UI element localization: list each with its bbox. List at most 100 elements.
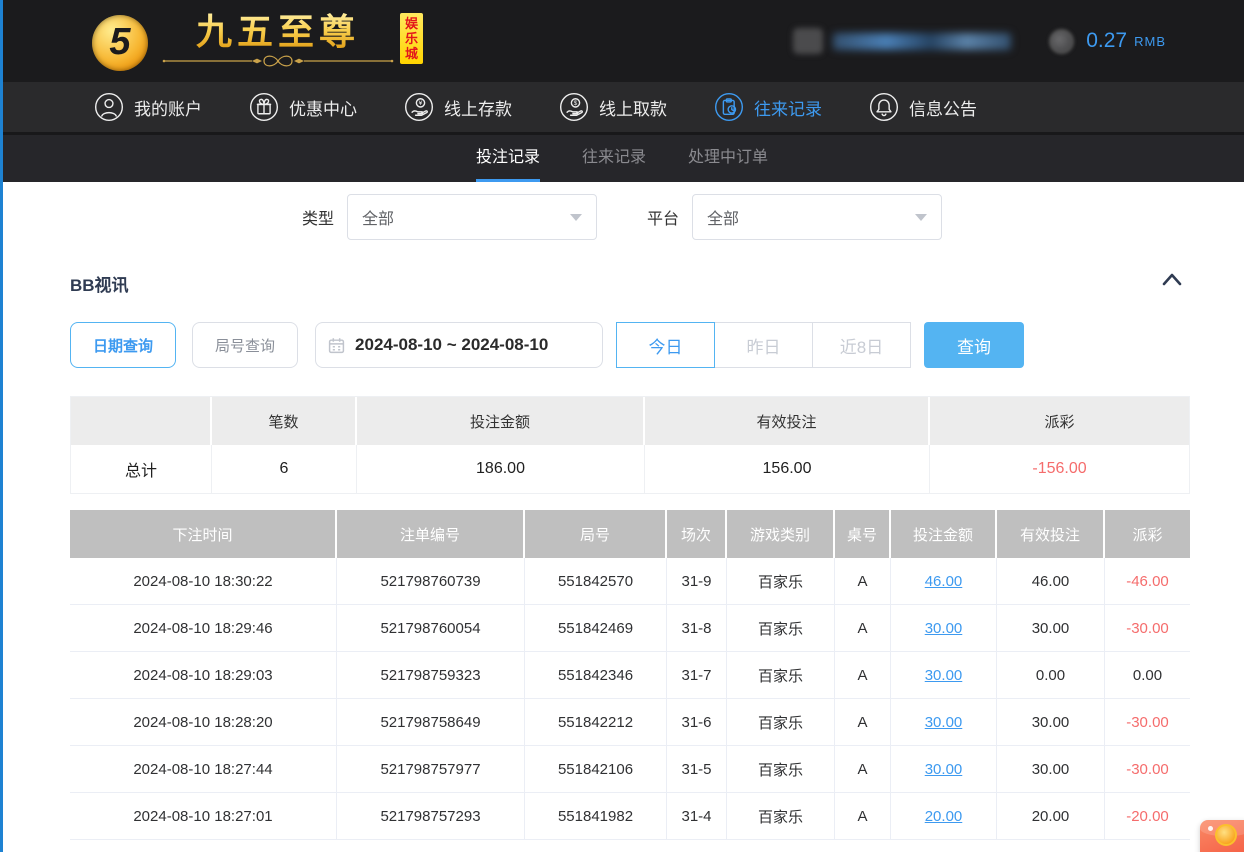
balance-display[interactable]: 0.27 RMB: [1049, 29, 1166, 54]
bet-header-cell: 局号: [525, 510, 667, 558]
bet-cell: 551842570: [525, 558, 667, 605]
summary-value-cell: 186.00: [357, 445, 645, 493]
nav-item-优惠中心[interactable]: 优惠中心: [249, 92, 357, 122]
section-title: BB视讯: [70, 271, 129, 296]
bet-header-cell: 下注时间: [70, 510, 337, 558]
date-range-input[interactable]: 2024-08-10 ~ 2024-08-10: [315, 322, 603, 368]
svg-text:¥: ¥: [419, 100, 423, 107]
tab-往来记录[interactable]: 往来记录: [582, 135, 646, 182]
nav-item-线上取款[interactable]: $线上取款: [559, 92, 667, 122]
summary-header-row: 笔数投注金额有效投注派彩: [71, 397, 1189, 445]
chevron-down-icon: [915, 214, 927, 221]
bet-amount-link[interactable]: 30.00: [891, 699, 997, 746]
red-envelope-icon[interactable]: [1200, 820, 1244, 852]
quick-range-近8日[interactable]: 近8日: [812, 322, 911, 368]
table-row: 2024-08-10 18:29:46521798760054551842469…: [70, 605, 1190, 652]
summary-header-cell: 投注金额: [357, 397, 645, 445]
bet-cell: A: [835, 605, 891, 652]
site-logo[interactable]: 5 九五至尊 娱乐城: [92, 9, 423, 73]
bet-cell: 31-4: [667, 793, 727, 840]
bet-amount-link[interactable]: 30.00: [891, 746, 997, 793]
summary-row-label: 总计: [71, 445, 212, 493]
search-button[interactable]: 查询: [924, 322, 1024, 368]
quick-range-昨日[interactable]: 昨日: [714, 322, 813, 368]
bet-cell: 521798759323: [337, 652, 525, 699]
type-select[interactable]: 全部: [347, 194, 597, 240]
bet-cell: 2024-08-10 18:30:22: [70, 558, 337, 605]
bet-table-body: 2024-08-10 18:30:22521798760739551842570…: [70, 558, 1190, 840]
bet-header-cell: 注单编号: [337, 510, 525, 558]
bet-cell: 0.00: [997, 652, 1105, 699]
summary-header-cell: 有效投注: [645, 397, 930, 445]
bet-header-cell: 场次: [667, 510, 727, 558]
logo-text-wrap: 九五至尊: [160, 9, 396, 73]
header-right: 0.27 RMB: [793, 28, 1166, 54]
left-accent-strip: [0, 0, 3, 852]
bet-cell: -30.00: [1105, 605, 1190, 652]
bet-cell: 百家乐: [727, 652, 835, 699]
table-row: 2024-08-10 18:29:03521798759323551842346…: [70, 652, 1190, 699]
nav-item-label: 往来记录: [754, 95, 822, 120]
bet-amount-link[interactable]: 46.00: [891, 558, 997, 605]
type-select-value: 全部: [362, 205, 394, 229]
bet-cell: 2024-08-10 18:29:46: [70, 605, 337, 652]
username-redacted[interactable]: [793, 28, 1011, 54]
bet-cell: -30.00: [1105, 746, 1190, 793]
filter-type-label: 类型: [302, 205, 334, 229]
bet-cell: A: [835, 652, 891, 699]
bet-cell: 百家乐: [727, 605, 835, 652]
bet-amount-link[interactable]: 30.00: [891, 605, 997, 652]
bet-cell: 2024-08-10 18:29:03: [70, 652, 337, 699]
summary-value-cell: 6: [212, 445, 357, 493]
tab-投注记录[interactable]: 投注记录: [476, 135, 540, 182]
gold-coin-icon: [1215, 824, 1237, 846]
avatar: [793, 28, 823, 54]
bet-cell: 百家乐: [727, 746, 835, 793]
bet-cell: 551842106: [525, 746, 667, 793]
nav-item-label: 线上存款: [444, 95, 512, 120]
nav-item-往来记录[interactable]: 往来记录: [714, 92, 822, 122]
bell-icon: [869, 92, 899, 122]
bet-cell: 46.00: [997, 558, 1105, 605]
bet-header-cell: 桌号: [835, 510, 891, 558]
summary-value-cell: 156.00: [645, 445, 930, 493]
bet-cell: 31-6: [667, 699, 727, 746]
bet-table-header: 下注时间注单编号局号场次游戏类别桌号投注金额有效投注派彩: [70, 510, 1190, 558]
bet-cell: 30.00: [997, 699, 1105, 746]
nav-item-线上存款[interactable]: ¥ 线上存款: [404, 92, 512, 122]
bet-cell: 2024-08-10 18:27:01: [70, 793, 337, 840]
table-row: 2024-08-10 18:30:22521798760739551842570…: [70, 558, 1190, 605]
bet-cell: 2024-08-10 18:28:20: [70, 699, 337, 746]
collapse-section-button[interactable]: [1160, 270, 1184, 290]
site-header: 5 九五至尊 娱乐城: [0, 0, 1244, 82]
nav-item-label: 优惠中心: [289, 95, 357, 120]
tab-处理中订单[interactable]: 处理中订单: [688, 135, 768, 182]
bet-cell: 521798760054: [337, 605, 525, 652]
round-query-button[interactable]: 局号查询: [192, 322, 298, 368]
quick-range-今日[interactable]: 今日: [616, 322, 715, 368]
bet-amount-link[interactable]: 30.00: [891, 652, 997, 699]
username-blur: [833, 33, 1011, 50]
bet-cell: -30.00: [1105, 699, 1190, 746]
table-row: 2024-08-10 18:27:44521798757977551842106…: [70, 746, 1190, 793]
filter-type: 类型 全部: [302, 194, 597, 240]
bet-cell: 0.00: [1105, 652, 1190, 699]
platform-select[interactable]: 全部: [692, 194, 942, 240]
brand-name: 九五至尊: [196, 9, 360, 56]
bet-cell: A: [835, 699, 891, 746]
nav-item-信息公告[interactable]: 信息公告: [869, 92, 977, 122]
bet-cell: 百家乐: [727, 699, 835, 746]
date-query-button[interactable]: 日期查询: [70, 322, 176, 368]
page: 5 九五至尊 娱乐城: [0, 0, 1244, 852]
chevron-down-icon: [570, 214, 582, 221]
filter-platform: 平台 全部: [647, 194, 942, 240]
bet-cell: 551841982: [525, 793, 667, 840]
bet-header-cell: 游戏类别: [727, 510, 835, 558]
bet-cell: 31-8: [667, 605, 727, 652]
nav-item-我的账户[interactable]: 我的账户: [94, 92, 202, 122]
bet-cell: A: [835, 793, 891, 840]
bet-amount-link[interactable]: 20.00: [891, 793, 997, 840]
bet-cell: 31-7: [667, 652, 727, 699]
bet-header-cell: 有效投注: [997, 510, 1105, 558]
nav-item-label: 线上取款: [599, 95, 667, 120]
